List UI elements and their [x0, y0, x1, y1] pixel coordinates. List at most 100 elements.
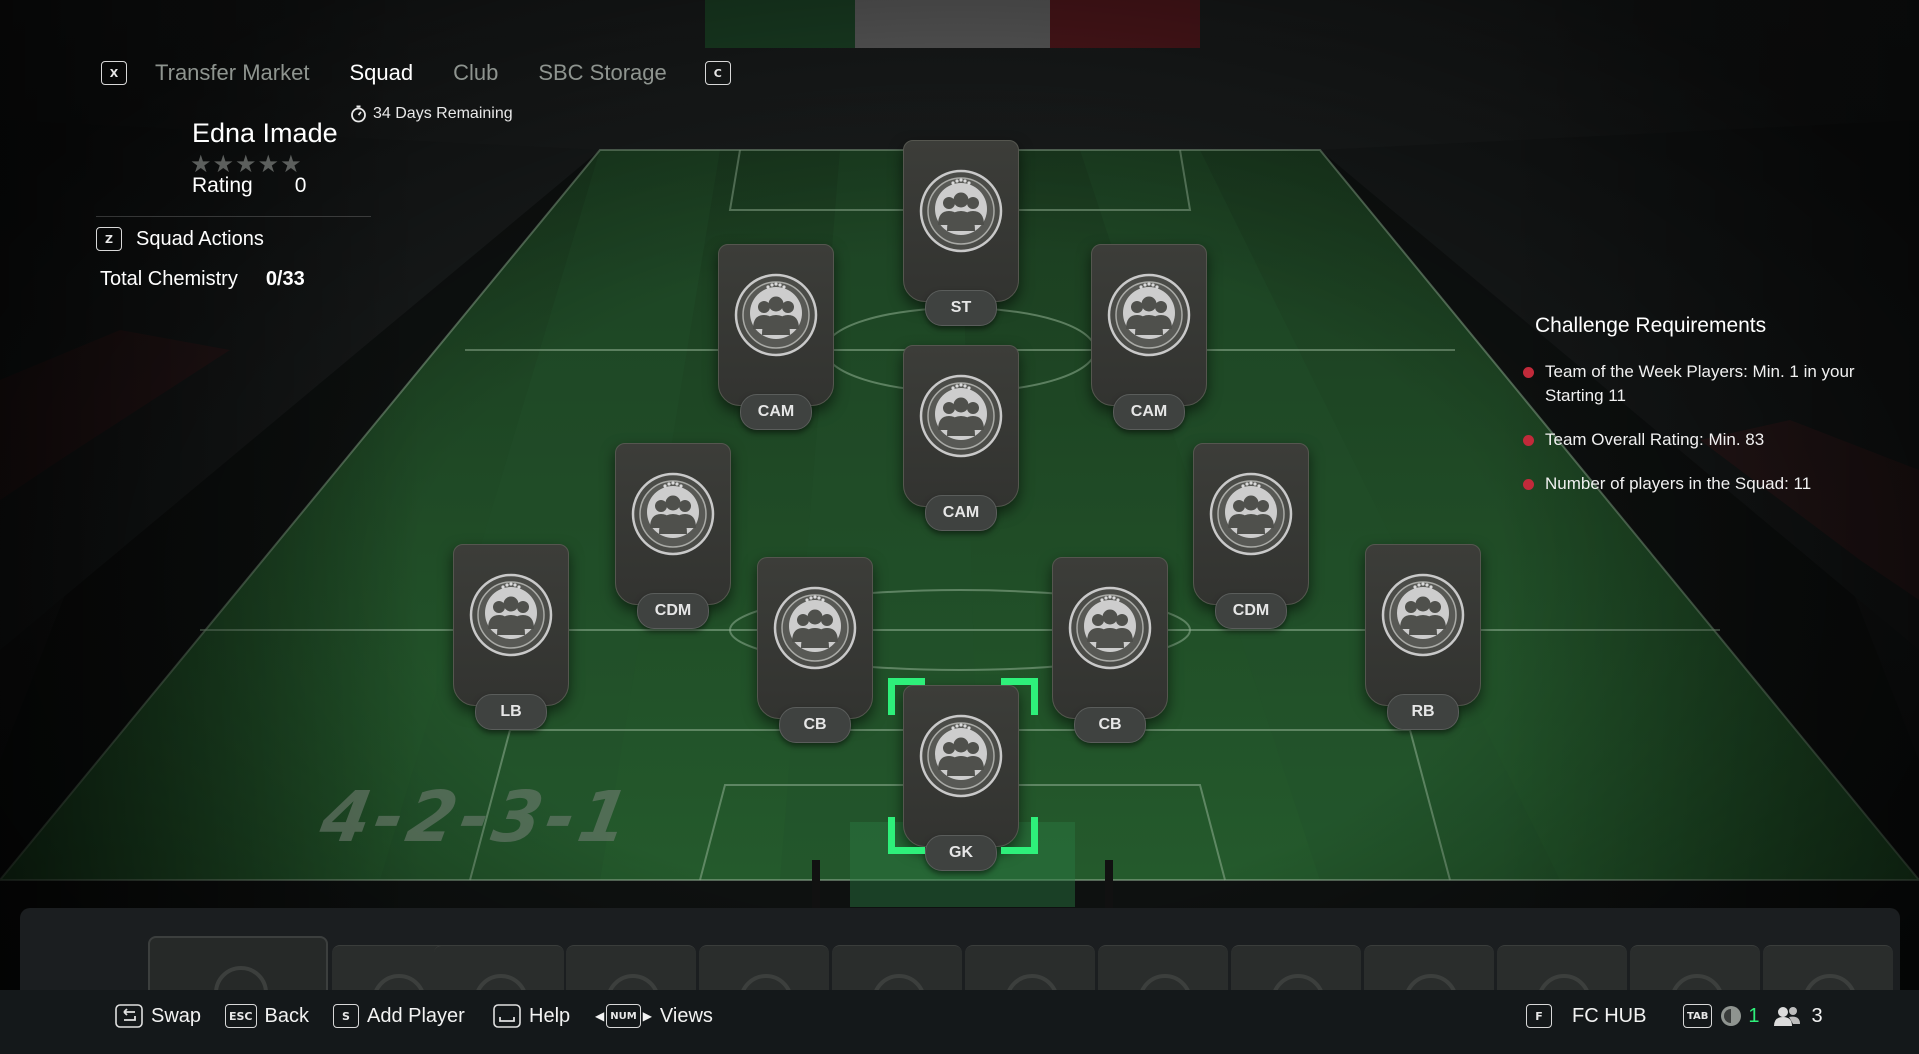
player-silhouette-icon — [919, 169, 1003, 253]
slot-cb-left[interactable]: CB — [757, 557, 873, 753]
squad-actions-label: Squad Actions — [136, 227, 264, 250]
player-silhouette-icon — [919, 714, 1003, 798]
tab-squad[interactable]: Squad — [349, 60, 413, 86]
empty-player-card — [1365, 544, 1481, 706]
empty-player-card — [615, 443, 731, 605]
back-key: ESC — [225, 1004, 257, 1028]
player-silhouette-icon — [919, 374, 1003, 458]
tab-transfer-market[interactable]: Transfer Market — [155, 60, 309, 86]
views-label: Views — [659, 1004, 713, 1027]
tab-key: TAB — [1683, 1004, 1713, 1028]
position-badge: CB — [779, 707, 851, 743]
empty-player-card — [903, 140, 1019, 302]
slot-cdm-right[interactable]: CDM — [1193, 443, 1309, 639]
position-badge: ST — [925, 290, 997, 326]
position-badge: CB — [1074, 707, 1146, 743]
top-navigation: X Transfer Market Squad Club SBC Storage… — [101, 58, 731, 88]
back-label: Back — [264, 1004, 309, 1027]
selection-corner — [1001, 817, 1038, 854]
player-silhouette-icon — [469, 573, 553, 657]
position-badge: LB — [475, 694, 547, 730]
swap-button[interactable]: Swap — [115, 1004, 201, 1028]
notification-count: 1 — [1748, 1004, 1760, 1027]
empty-player-card — [718, 244, 834, 406]
requirement-item: Team of the Week Players: Min. 1 in your… — [1523, 360, 1855, 408]
player-silhouette-icon — [631, 472, 715, 556]
squad-title: Edna Imade — [192, 118, 338, 148]
slot-rb[interactable]: RB — [1365, 544, 1481, 740]
position-badge: CAM — [740, 394, 812, 430]
slot-cam-right[interactable]: CAM — [1091, 244, 1207, 440]
challenge-timer: 34 Days Remaining — [350, 105, 513, 123]
nav-next-key[interactable]: C — [704, 61, 731, 85]
requirement-text: Team of the Week Players: Min. 1 in your… — [1545, 362, 1855, 405]
position-badge: CAM — [925, 495, 997, 531]
requirement-item: Team Overall Rating: Min. 83 — [1523, 428, 1855, 452]
chemistry-value: 0/33 — [265, 268, 305, 290]
chevron-right-icon: ▶ — [642, 1009, 652, 1023]
friends-icon — [1773, 1007, 1800, 1026]
help-label: Help — [529, 1004, 571, 1027]
formation-label: 4-2-3-1 — [314, 776, 640, 858]
tab-sbc-storage[interactable]: SBC Storage — [538, 60, 666, 86]
requirements-title: Challenge Requirements — [1535, 314, 1767, 337]
player-silhouette-icon — [734, 273, 818, 357]
position-badge: CDM — [1215, 593, 1287, 629]
position-badge: RB — [1387, 694, 1459, 730]
stopwatch-icon — [351, 105, 366, 123]
notification-icon — [1721, 1006, 1742, 1026]
player-silhouette-icon — [1381, 573, 1465, 657]
slot-cdm-left[interactable]: CDM — [615, 443, 731, 639]
help-key-icon — [493, 1004, 521, 1028]
empty-player-card — [757, 557, 873, 719]
selection-corner — [1001, 678, 1038, 715]
player-silhouette-icon — [773, 586, 857, 670]
add-player-button[interactable]: S Add Player — [333, 1004, 465, 1028]
requirement-item: Number of players in the Squad: 11 — [1523, 472, 1855, 496]
slot-st[interactable]: ST — [903, 140, 1019, 336]
squad-actions-key: Z — [96, 227, 122, 251]
selection-corner — [888, 817, 925, 854]
add-player-key: S — [333, 1004, 359, 1028]
rating-label: Rating — [192, 174, 253, 197]
player-silhouette-icon — [1068, 586, 1152, 670]
back-button[interactable]: ESC Back — [225, 1004, 309, 1028]
empty-player-card — [903, 345, 1019, 507]
nav-prev-key[interactable]: X — [101, 61, 127, 85]
fc-hub-label: FC HUB — [1572, 1004, 1647, 1027]
timer-text: 34 Days Remaining — [373, 105, 513, 122]
challenge-requirements-panel: Challenge Requirements Team of the Week … — [1523, 314, 1855, 516]
position-badge: CDM — [637, 593, 709, 629]
slot-lb[interactable]: LB — [453, 544, 569, 740]
slot-cam-center[interactable]: CAM — [903, 345, 1019, 541]
views-button[interactable]: ◀ NUM ▶ Views — [595, 1004, 713, 1028]
player-silhouette-icon — [1209, 472, 1293, 556]
divider — [96, 216, 371, 217]
slot-cb-right[interactable]: CB — [1052, 557, 1168, 753]
chemistry-label: Total Chemistry — [100, 268, 238, 290]
position-badge: CAM — [1113, 394, 1185, 430]
notifications-button[interactable]: TAB 1 3 — [1683, 1004, 1823, 1028]
fc-hub-key: F — [1526, 1004, 1552, 1028]
empty-player-card — [1091, 244, 1207, 406]
friends-count: 3 — [1811, 1004, 1823, 1027]
total-chemistry: Total Chemistry 0/33 — [100, 268, 305, 291]
views-key: NUM — [606, 1004, 641, 1028]
chevron-left-icon: ◀ — [595, 1009, 605, 1023]
swap-label: Swap — [151, 1004, 202, 1027]
empty-player-card — [453, 544, 569, 706]
status-dot-icon — [1523, 435, 1534, 446]
selection-corner — [888, 678, 925, 715]
rating-row: Rating 0 — [192, 174, 306, 198]
empty-player-card — [1052, 557, 1168, 719]
slot-cam-left[interactable]: CAM — [718, 244, 834, 440]
fc-hub-button[interactable]: F FC HUB — [1526, 1004, 1646, 1028]
tab-club[interactable]: Club — [453, 60, 498, 86]
requirement-text: Team Overall Rating: Min. 83 — [1545, 430, 1765, 449]
squad-actions-button[interactable]: Z Squad Actions — [96, 227, 264, 251]
position-badge: GK — [925, 835, 997, 871]
requirement-text: Number of players in the Squad: 11 — [1545, 474, 1812, 493]
help-button[interactable]: Help — [493, 1004, 570, 1028]
rating-value: 0 — [294, 174, 307, 197]
add-player-label: Add Player — [367, 1004, 465, 1027]
